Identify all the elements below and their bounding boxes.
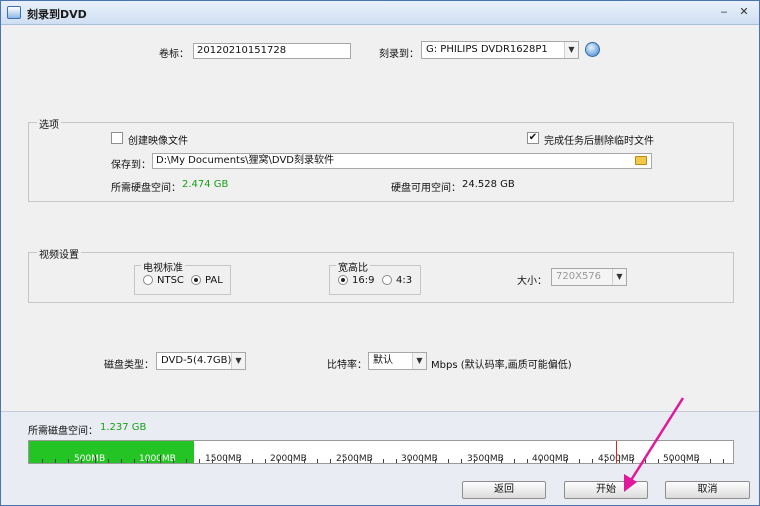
annotation-arrow — [624, 397, 685, 492]
annotation-arrow-head — [624, 474, 637, 492]
annotation-arrow-line — [626, 397, 685, 486]
